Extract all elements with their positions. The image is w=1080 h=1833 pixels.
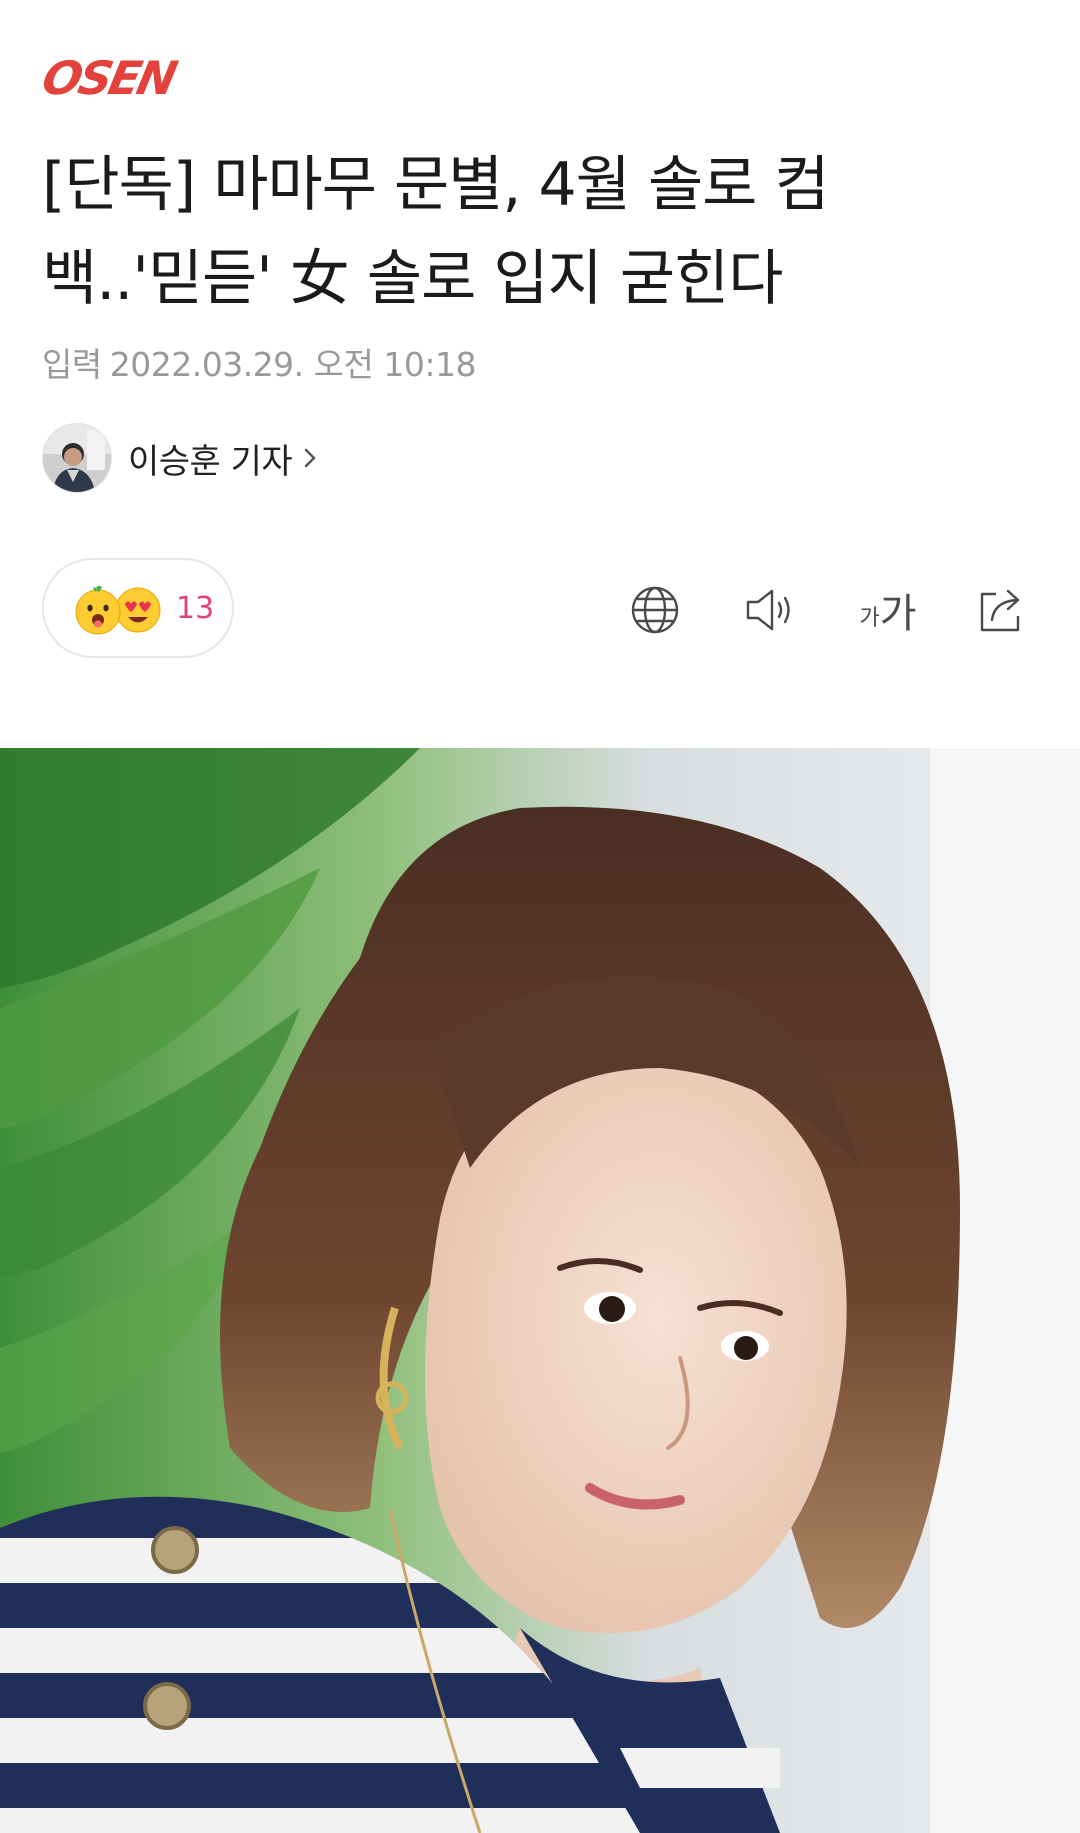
osen-logo[interactable]: OSEN <box>42 56 242 98</box>
article-headline: [단독] 마마무 문별, 4월 솔로 컴 백..'믿듣' 女 솔로 입지 굳힌다 <box>42 138 1042 326</box>
speaker-icon <box>746 589 790 631</box>
reporter-avatar <box>42 423 112 493</box>
reporter-byline[interactable]: 이승훈 기자 <box>42 423 320 493</box>
chevron-right-icon <box>304 448 316 468</box>
globe-icon <box>631 586 679 634</box>
share-icon <box>980 589 1020 632</box>
date-value: 2022.03.29. 오전 10:18 <box>109 345 477 384</box>
article-photo[interactable] <box>0 748 1080 1833</box>
headline-line-1: [단독] 마마무 문별, 4월 솔로 컴 <box>42 150 830 220</box>
translate-button[interactable] <box>623 578 687 642</box>
reaction-button[interactable]: 13 <box>42 558 234 658</box>
date-label: 입력 <box>42 345 102 384</box>
reaction-emojis <box>72 578 164 638</box>
reaction-count: 13 <box>176 590 215 626</box>
text-to-speech-button[interactable] <box>738 578 802 642</box>
svg-text:OSEN: OSEN <box>42 56 181 98</box>
reporter-name: 이승훈 기자 <box>128 441 293 482</box>
tongue-out-emoji <box>72 584 124 636</box>
font-size-button[interactable]: 가가 <box>850 578 926 642</box>
font-size-small-glyph: 가 <box>859 606 880 631</box>
share-button[interactable] <box>970 578 1034 642</box>
headline-line-2: 백..'믿듣' 女 솔로 입지 굳힌다 <box>42 244 783 314</box>
font-size-large-glyph: 가 <box>879 591 917 637</box>
publish-date: 입력 2022.03.29. 오전 10:18 <box>42 338 476 386</box>
